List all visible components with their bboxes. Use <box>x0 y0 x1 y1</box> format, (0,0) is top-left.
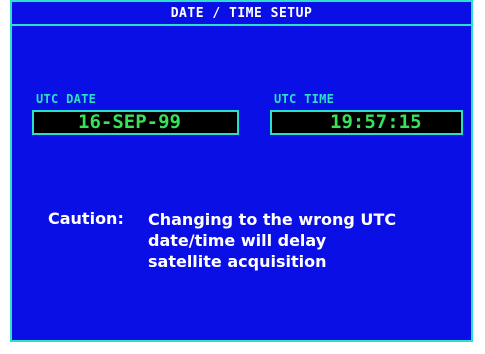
utc-time-field[interactable]: 19:57:15 <box>270 110 463 135</box>
page-title: DATE / TIME SETUP <box>170 6 313 21</box>
caution-label: Caution: <box>48 209 124 228</box>
title-divider <box>12 24 471 26</box>
title-bar: DATE / TIME SETUP <box>12 2 471 26</box>
utc-time-value: 19:57:15 <box>330 111 422 133</box>
utc-date-value: 16-SEP-99 <box>78 111 181 133</box>
caution-line: satellite acquisition <box>148 252 327 271</box>
utc-time-label: UTC TIME <box>274 92 335 106</box>
caution-line: Changing to the wrong UTC <box>148 210 397 229</box>
utc-date-label: UTC DATE <box>36 92 97 106</box>
caution-message: Changing to the wrong UTC date/time will… <box>148 209 448 272</box>
utc-date-field[interactable]: 16-SEP-99 <box>32 110 239 135</box>
caution-line: date/time will delay <box>148 231 327 250</box>
date-time-setup-screen: DATE / TIME SETUP UTC DATE 16-SEP-99 UTC… <box>10 0 473 342</box>
